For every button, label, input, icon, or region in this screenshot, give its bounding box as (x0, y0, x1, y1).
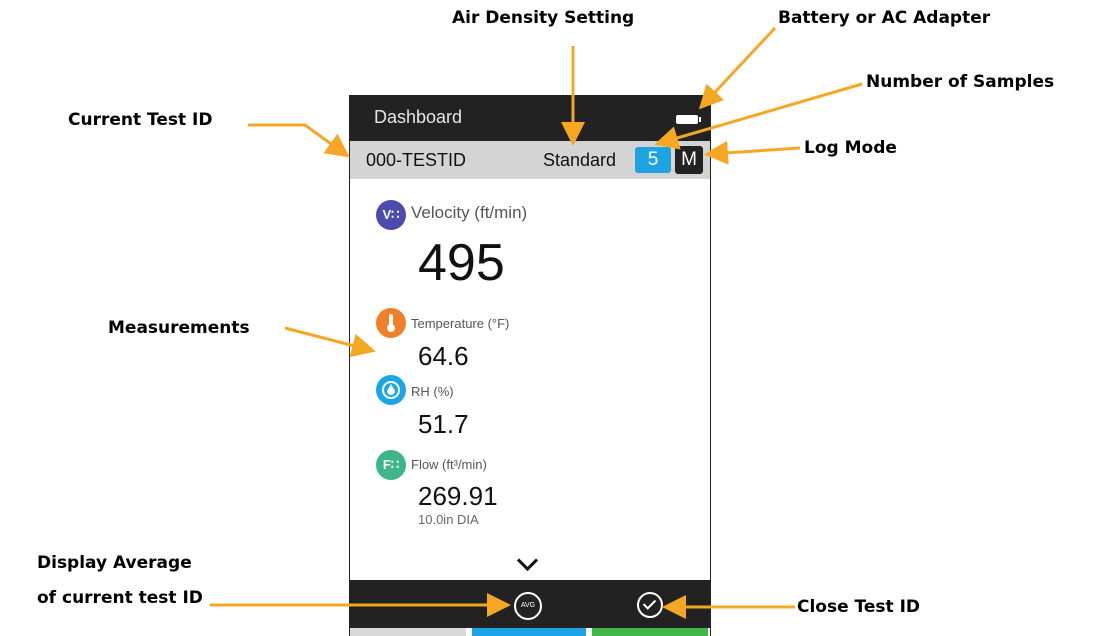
arrow-samples (654, 82, 863, 150)
arrow-current-test-id (248, 123, 350, 158)
arrow-battery (698, 26, 777, 110)
arrow-log-mode (704, 140, 801, 165)
arrow-measurements (284, 326, 376, 358)
annotation-arrows (210, 26, 863, 619)
